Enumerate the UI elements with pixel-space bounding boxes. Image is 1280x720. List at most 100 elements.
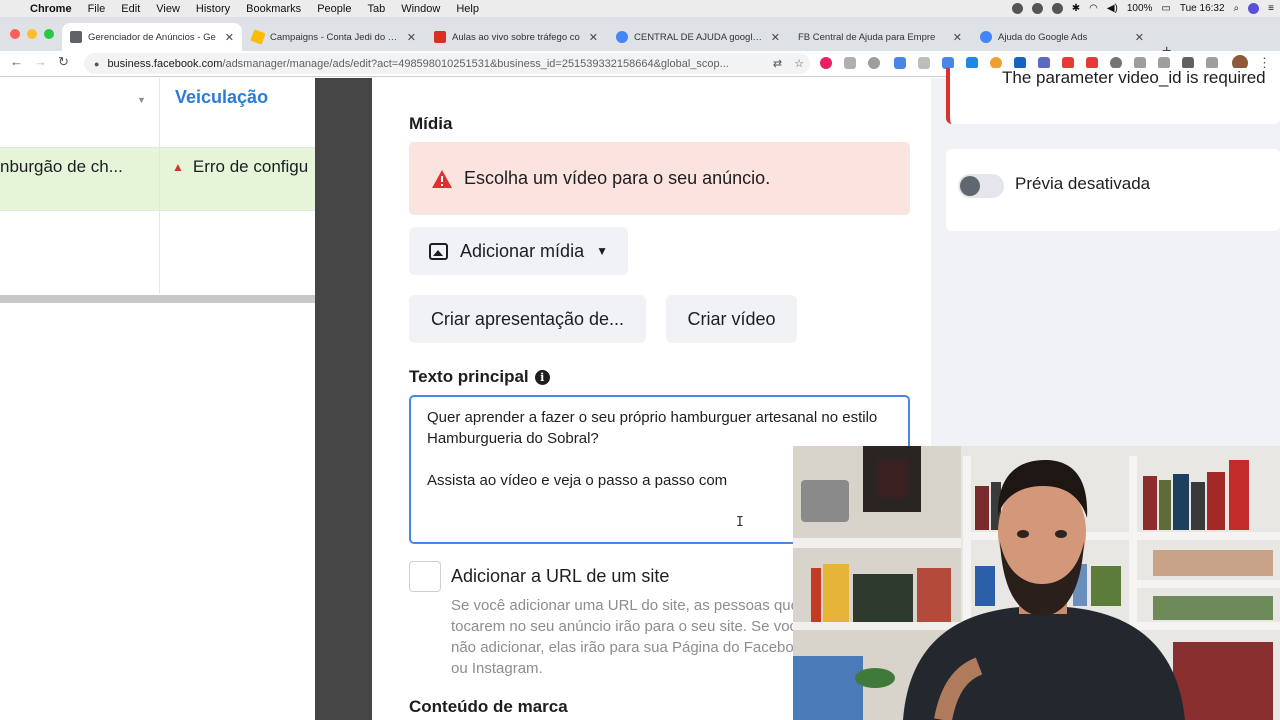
tab-title: Ajuda do Google Ads [998,31,1088,43]
extension-icon[interactable] [894,57,906,69]
tab-title: Aulas ao vivo sobre tráfego co [452,31,580,43]
battery-label[interactable]: 100% [1127,3,1153,14]
primary-text-title-label: Texto principal [409,367,529,386]
tab-ads-manager[interactable]: Gerenciador de Anúncios - Ge ✕ [62,23,242,51]
add-url-label[interactable]: Adicionar a URL de um site [451,566,669,587]
preview-error-text: The parameter video_id is required [1002,68,1266,87]
ads-table-panel: ▼ Veiculação nburgão de ch... ▲ Erro de … [0,78,315,720]
tab-title: FB Central de Ajuda para Empre [798,31,936,43]
add-url-help-text: Se você adicionar uma URL do site, as pe… [451,597,810,677]
back-icon[interactable]: ← [10,54,23,69]
table-row[interactable] [0,210,315,294]
create-video-button[interactable]: Criar vídeo [666,295,797,343]
menu-bookmarks[interactable]: Bookmarks [246,3,301,15]
status-sync-icon[interactable] [1051,3,1063,14]
delivery-status-text: Erro de configu [192,157,309,176]
notification-center-icon[interactable]: ≡ [1268,3,1274,14]
status-app-icon[interactable] [1011,3,1023,14]
extension-icon[interactable] [868,57,880,69]
tab-ajuda-google-ads[interactable]: Ajuda do Google Ads ✕ [972,23,1152,51]
tab-central-ajuda-google[interactable]: CENTRAL DE AJUDA google A ✕ [608,23,788,51]
close-tab-icon[interactable]: ✕ [225,31,234,44]
menu-app-name[interactable]: Chrome [30,3,72,15]
create-slideshow-button[interactable]: Criar apresentação de... [409,295,646,343]
menu-clock[interactable]: Tue 16:32 [1180,3,1225,14]
webcam-overlay [793,446,1280,720]
image-icon [429,242,449,260]
battery-icon[interactable]: ▭ [1161,3,1170,14]
menu-view[interactable]: View [156,3,180,15]
branded-content-title: Conteúdo de marca [409,697,568,716]
bookmark-star-icon[interactable]: ☆ [794,57,804,70]
menu-window[interactable]: Window [401,3,440,15]
preview-toggle[interactable] [958,174,1004,198]
delivery-status-cell[interactable]: ▲ Erro de configu [172,157,315,177]
close-tab-icon[interactable]: ✕ [1135,31,1144,44]
close-window-icon[interactable] [10,29,20,39]
primary-text-title: Texto principal i [409,367,550,387]
menu-edit[interactable]: Edit [121,3,140,15]
chevron-down-icon: ▼ [596,244,608,258]
tab-google-ads-campaigns[interactable]: Campaigns - Conta Jedi do Trá ✕ [244,23,424,51]
preview-toggle-label: Prévia desativada [1015,174,1151,193]
media-error-text: Escolha um vídeo para o seu anúncio. [464,168,771,188]
siri-icon[interactable] [1248,3,1260,14]
status-record-icon[interactable] [1031,3,1043,14]
close-tab-icon[interactable]: ✕ [589,31,598,44]
menu-tab[interactable]: Tab [367,3,385,15]
spotlight-search-icon[interactable]: ⌕ [1234,3,1240,14]
translate-icon[interactable]: ⇄ [773,57,782,70]
google-icon [616,31,628,43]
lock-icon[interactable]: ● [94,59,99,69]
reload-icon[interactable]: ↻ [58,54,69,70]
ads-manager-icon [70,31,82,43]
info-icon[interactable]: i [534,370,550,385]
panel-divider [315,78,372,720]
column-divider [159,78,160,294]
close-tab-icon[interactable]: ✕ [771,31,780,44]
add-media-label: Adicionar mídia [460,240,585,261]
toggle-knob [960,176,980,196]
tab-title: Campaigns - Conta Jedi do Trá [270,31,401,43]
google-ads-icon [250,29,266,45]
create-slideshow-label: Criar apresentação de... [430,308,625,329]
extension-icon[interactable] [820,57,832,69]
tab-aulas-ao-vivo[interactable]: Aulas ao vivo sobre tráfego co ✕ [426,23,606,51]
menu-status-area: ✱ ◠ ◀) 100% ▭ Tue 16:32 ⌕ ≡ [1011,0,1274,17]
window-controls [10,29,54,39]
menu-history[interactable]: History [196,3,230,15]
menu-help[interactable]: Help [456,3,479,15]
menu-file[interactable]: File [88,3,106,15]
horizontal-scrollbar[interactable] [0,295,315,303]
address-url: business.facebook.com/adsmanager/manage/… [107,58,766,70]
minimize-window-icon[interactable] [27,29,37,39]
menu-people[interactable]: People [317,3,351,15]
address-bar[interactable]: ● business.facebook.com/adsmanager/manag… [84,53,810,74]
address-host: business.facebook.com [107,57,223,70]
preview-toggle-card: Prévia desativada [946,149,1280,231]
presenter-video [793,446,1280,720]
forward-icon[interactable]: → [34,54,47,69]
extension-icon[interactable] [844,57,856,69]
video-icon [434,31,446,43]
ad-name-cell[interactable]: nburgão de ch... [0,157,123,177]
google-icon [980,31,992,43]
close-tab-icon[interactable]: ✕ [407,31,416,44]
tab-fb-central-ajuda[interactable]: FB Central de Ajuda para Empre ✕ [790,23,970,51]
macos-menu-bar: Chrome File Edit View History Bookmarks … [0,0,1280,17]
create-video-label: Criar vídeo [687,308,776,329]
extension-icon[interactable] [918,57,930,69]
preview-error-card: The parameter video_id is required [946,68,1280,124]
zoom-window-icon[interactable] [44,29,54,39]
bluetooth-icon[interactable]: ✱ [1072,3,1080,14]
tab-title: CENTRAL DE AJUDA google A [634,31,765,43]
volume-icon[interactable]: ◀) [1107,3,1118,14]
tab-title: Gerenciador de Anúncios - Ge [88,31,216,43]
add-media-button[interactable]: Adicionar mídia ▼ [409,227,628,275]
sort-caret-icon[interactable]: ▼ [137,95,146,105]
warning-triangle-icon [432,169,452,188]
add-url-checkbox[interactable] [409,561,441,592]
wifi-icon[interactable]: ◠ [1089,3,1098,14]
column-header-veiculacao[interactable]: Veiculação [175,87,268,108]
close-tab-icon[interactable]: ✕ [953,31,962,44]
